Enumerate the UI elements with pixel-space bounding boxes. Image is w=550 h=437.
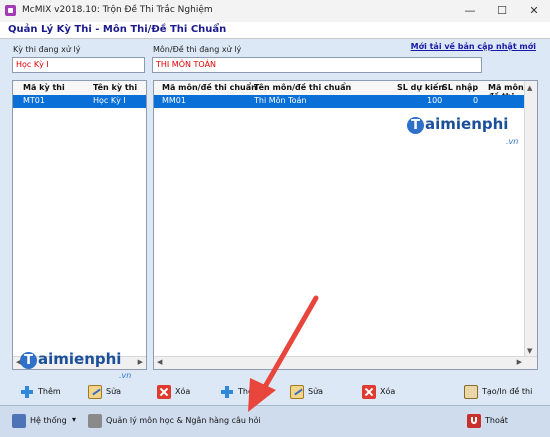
annotation-arrow (248, 295, 319, 412)
